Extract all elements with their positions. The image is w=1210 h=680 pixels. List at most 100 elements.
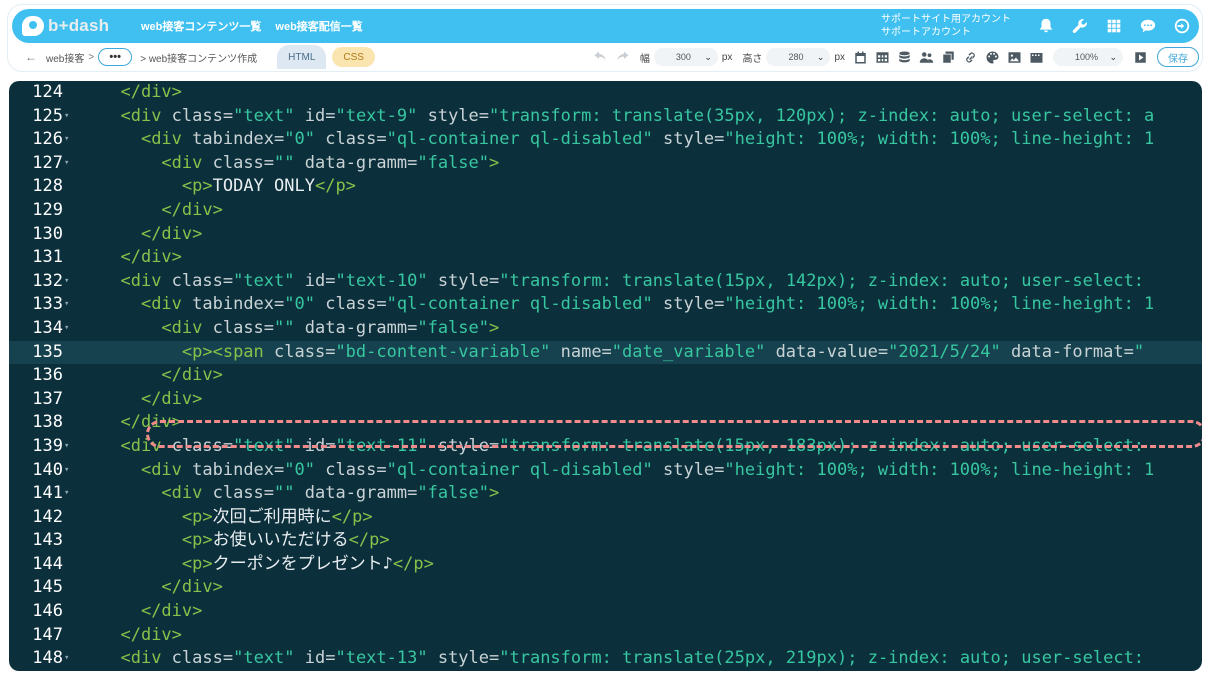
account-name: サポートサイト用アカウント: [881, 14, 1011, 25]
table-icon[interactable]: [871, 46, 893, 68]
code-line[interactable]: 140 ▾ <div tabindex="0" class="ql-contain…: [9, 459, 1202, 483]
tab-css[interactable]: CSS: [332, 47, 375, 67]
code-line[interactable]: 137 </div>: [9, 388, 1202, 412]
grid-icon[interactable]: [1097, 9, 1131, 43]
undo-icon[interactable]: [590, 46, 612, 68]
code-line[interactable]: 125 ▾ <div class="text" id="text-9" style…: [9, 105, 1202, 129]
code-token: style=: [417, 105, 490, 126]
zoom-select[interactable]: 100% ⌄: [1053, 48, 1123, 66]
code-token: "false": [417, 483, 489, 504]
palette-icon[interactable]: [981, 46, 1003, 68]
logo-mark-icon: [22, 16, 44, 36]
breadcrumb-more-button[interactable]: •••: [98, 48, 133, 66]
code-token: <p><span: [181, 341, 275, 362]
code-token: <p>: [181, 553, 213, 574]
fold-arrow-icon[interactable]: ▾: [64, 152, 69, 176]
fold-arrow-icon[interactable]: ▾: [64, 293, 69, 317]
line-number: 128: [32, 176, 63, 197]
code-line[interactable]: 130 </div>: [9, 223, 1202, 247]
line-number: 145: [32, 577, 63, 598]
code-text: </div>: [100, 364, 222, 388]
code-token: <div: [140, 294, 193, 315]
wrench-icon[interactable]: [1063, 9, 1097, 43]
code-line[interactable]: 136 </div>: [9, 364, 1202, 388]
link-icon[interactable]: [959, 46, 981, 68]
breadcrumb-root[interactable]: web接客: [46, 50, 84, 65]
fold-arrow-icon[interactable]: ▾: [64, 459, 69, 483]
code-token: class=: [212, 152, 275, 173]
fold-arrow-icon[interactable]: ▾: [64, 105, 69, 129]
code-token: クーポンをプレゼント♪: [212, 553, 393, 574]
code-token: class=: [171, 435, 234, 456]
code-line[interactable]: 129 </div>: [9, 199, 1202, 223]
image-icon[interactable]: [1003, 46, 1025, 68]
fold-arrow-icon[interactable]: ▾: [64, 647, 69, 671]
preview-play-icon[interactable]: [1129, 46, 1151, 68]
logo[interactable]: b+dash: [22, 16, 127, 36]
code-line[interactable]: 127 ▾ <div class="" data-gramm="false">: [9, 152, 1202, 176]
nav-link-content-list[interactable]: web接客コンテンツ一覧: [141, 18, 261, 34]
code-line[interactable]: 133 ▾ <div tabindex="0" class="ql-contain…: [9, 293, 1202, 317]
code-token: ": [1133, 341, 1145, 362]
code-token: "text-10": [335, 270, 428, 291]
database-icon[interactable]: [893, 46, 915, 68]
line-number: 125: [32, 105, 63, 126]
copy-icon[interactable]: [937, 46, 959, 68]
code-text: </div>: [100, 246, 181, 270]
video-icon[interactable]: [1025, 46, 1047, 68]
account-info[interactable]: サポートサイト用アカウント サポートアカウント: [881, 13, 1011, 39]
code-token: <div: [120, 105, 172, 126]
code-line[interactable]: 131 </div>: [9, 246, 1202, 270]
code-line[interactable]: 141 ▾ <div class="" data-gramm="false">: [9, 482, 1202, 506]
bell-icon[interactable]: [1029, 9, 1063, 43]
code-line[interactable]: 128 <p>TODAY ONLY</p>: [9, 175, 1202, 199]
redo-icon[interactable]: [612, 46, 634, 68]
users-icon[interactable]: [915, 46, 937, 68]
code-line[interactable]: 144 <p>クーポンをプレゼント♪</p>: [9, 553, 1202, 577]
fold-arrow-icon[interactable]: ▾: [64, 435, 69, 459]
code-line[interactable]: 148 ▾ <div class="text" id="text-13" styl…: [9, 647, 1202, 671]
code-editor[interactable]: 124 </div> 125 ▾ <div class="text" id="tex…: [9, 81, 1202, 671]
code-token: <div: [161, 317, 213, 338]
code-token: "bd-content-variable": [335, 341, 551, 362]
code-token: name=: [550, 341, 612, 362]
fold-arrow-icon[interactable]: ▾: [64, 317, 69, 341]
fold-arrow-icon[interactable]: ▾: [64, 482, 69, 506]
chat-icon[interactable]: [1131, 9, 1165, 43]
save-button[interactable]: 保存: [1157, 47, 1199, 67]
code-line[interactable]: 147 </div>: [9, 624, 1202, 648]
tab-html[interactable]: HTML: [277, 45, 327, 69]
code-line[interactable]: 135 <p><span class="bd-content-variable"…: [9, 340, 1202, 365]
code-line[interactable]: 138 </div>: [9, 411, 1202, 435]
code-line[interactable]: 139 ▾ <div class="text" id="text-11" styl…: [9, 435, 1202, 459]
nav-link-delivery-list[interactable]: web接客配信一覧: [275, 18, 362, 34]
code-token: </p>: [348, 530, 390, 551]
code-token: </p>: [331, 506, 373, 527]
code-text: <div tabindex="0" class="ql-container ql…: [100, 128, 1154, 152]
code-line[interactable]: 134 ▾ <div class="" data-gramm="false">: [9, 317, 1202, 341]
calendar-icon[interactable]: [849, 46, 871, 68]
code-token: "height: 100%; width: 100%; line-height:…: [724, 294, 1155, 315]
fold-arrow-icon[interactable]: ▾: [64, 270, 69, 294]
fold-arrow-icon[interactable]: ▾: [64, 128, 69, 152]
code-text: </div>: [100, 199, 222, 223]
height-field[interactable]: 280 ⌄: [766, 48, 831, 66]
code-token: class=: [274, 341, 336, 362]
back-arrow-icon[interactable]: ←: [20, 50, 42, 64]
code-line[interactable]: 146 </div>: [9, 600, 1202, 624]
code-line[interactable]: 132 ▾ <div class="text" id="text-10" styl…: [9, 270, 1202, 294]
code-line[interactable]: 143 <p>お使いいただける</p>: [9, 529, 1202, 553]
code-line[interactable]: 142 <p>次回ご利用時に</p>: [9, 506, 1202, 530]
code-token: <div: [120, 270, 172, 291]
code-line[interactable]: 145 </div>: [9, 576, 1202, 600]
code-line[interactable]: 124 </div>: [9, 81, 1202, 105]
logout-icon[interactable]: [1165, 9, 1199, 43]
code-token: </div>: [120, 412, 182, 433]
code-line[interactable]: 126 ▾ <div tabindex="0" class="ql-contain…: [9, 128, 1202, 152]
width-field[interactable]: 300 ⌄: [653, 48, 718, 66]
width-value: 300: [675, 52, 691, 62]
